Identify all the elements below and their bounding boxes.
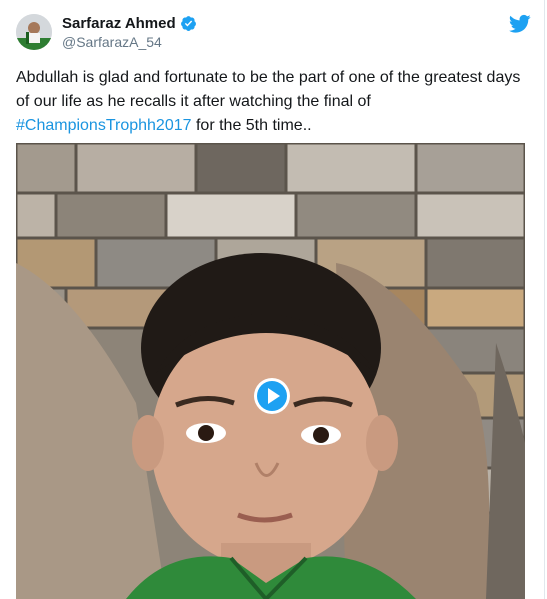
- avatar-image: [16, 14, 52, 50]
- tweet-header: Sarfaraz Ahmed @SarfarazA_54: [16, 12, 531, 56]
- tweet-text-tail: for the 5th time..: [191, 117, 312, 134]
- verified-badge-icon: [180, 15, 197, 32]
- video-thumbnail: [16, 143, 525, 599]
- hashtag-link[interactable]: #ChampionsTrophh2017: [16, 117, 192, 134]
- tweet-text: Abdullah is glad and fortunate to be the…: [16, 66, 531, 138]
- video-player[interactable]: [16, 143, 525, 599]
- display-name-row: Sarfaraz Ahmed: [62, 13, 197, 33]
- author-handle[interactable]: @SarfarazA_54: [62, 34, 197, 50]
- author-names: Sarfaraz Ahmed @SarfarazA_54: [62, 13, 197, 50]
- display-name[interactable]: Sarfaraz Ahmed: [62, 15, 176, 32]
- avatar[interactable]: [16, 14, 52, 50]
- tweet-text-body: Abdullah is glad and fortunate to be the…: [16, 69, 521, 110]
- play-icon[interactable]: [253, 377, 291, 415]
- tweet-card: Sarfaraz Ahmed @SarfarazA_54 Abdullah is…: [0, 0, 545, 599]
- twitter-bird-icon[interactable]: [508, 14, 531, 34]
